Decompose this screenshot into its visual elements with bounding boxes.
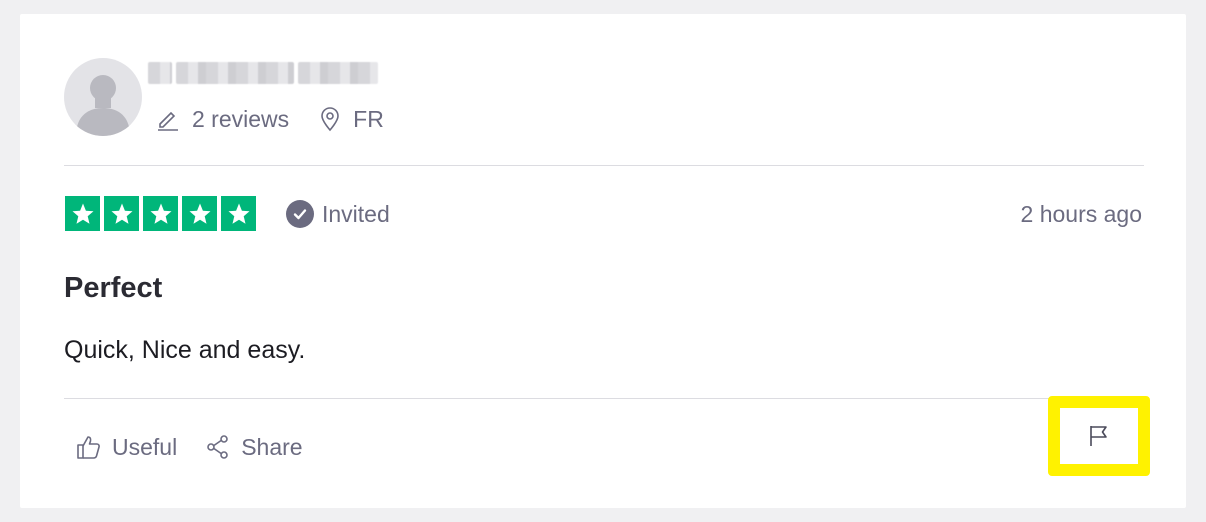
reviews-count-label: 2 reviews (192, 105, 290, 132)
reviewer-name-redacted[interactable] (148, 60, 378, 86)
invited-label: Invited (322, 200, 390, 227)
check-circle-icon (286, 200, 314, 228)
invited-badge[interactable]: Invited (286, 198, 390, 230)
flag-icon (1090, 426, 1107, 446)
star-rating (65, 196, 256, 231)
star-icon (143, 196, 178, 231)
useful-label: Useful (112, 433, 178, 460)
avatar-silhouette-icon (76, 75, 130, 136)
thumbs-up-icon (77, 436, 100, 459)
review-title[interactable]: Perfect (64, 272, 162, 305)
share-button[interactable]: Share (205, 433, 303, 461)
share-label: Share (241, 433, 303, 460)
star-icon (182, 196, 217, 231)
reviewer-meta: 2 reviews FR (156, 102, 384, 136)
country-label: FR (353, 105, 384, 132)
report-flag-button[interactable] (1048, 396, 1150, 476)
star-icon (221, 196, 256, 231)
review-actions: Useful Share (76, 430, 303, 464)
avatar[interactable] (64, 58, 142, 136)
review-card: 2 reviews FR Invited 2 hours ago Perfect… (20, 14, 1186, 508)
reviewer-country: FR (319, 106, 384, 133)
pencil-icon (158, 111, 178, 131)
review-timestamp: 2 hours ago (1020, 200, 1142, 227)
share-icon (207, 435, 229, 459)
star-icon (104, 196, 139, 231)
useful-button[interactable]: Useful (76, 434, 177, 461)
reviews-count: 2 reviews (156, 106, 289, 133)
review-body: Quick, Nice and easy. (64, 336, 306, 364)
header-divider (64, 165, 1144, 166)
star-icon (65, 196, 100, 231)
footer-divider (64, 398, 1144, 399)
location-pin-icon (321, 107, 339, 132)
